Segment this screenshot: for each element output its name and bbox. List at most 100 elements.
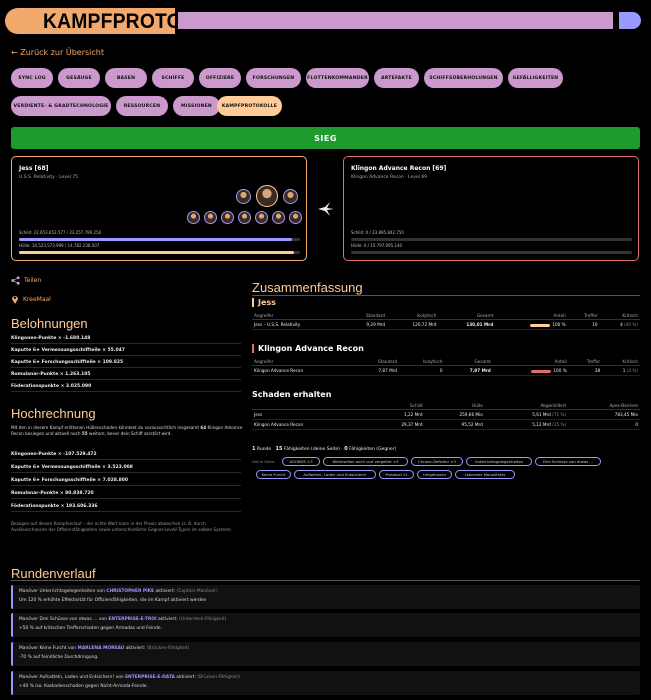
ability-tag[interactable]: Lebender Monolithter	[455, 470, 515, 479]
ability-tag[interactable]: Protokoll 12	[379, 470, 414, 479]
table-row: Klingon Advance Recon 29,37 Mrd 95,52 Mr…	[252, 419, 640, 430]
enemy-fleet-subtitle: Klingon Advance Recon · Level 69	[351, 175, 428, 180]
col-header: Angreifer	[252, 358, 355, 366]
projection-title: Hochrechnung	[11, 406, 96, 421]
col-header: Kritisch	[602, 358, 640, 366]
page: { "header":{"title":"KAMPFPROTOKOLL"}, "…	[0, 0, 651, 700]
cell-mitigated: 5,12 Mrd (15 %)	[484, 419, 569, 430]
event-text: aktiviert:	[174, 675, 197, 680]
table-header-row: Angreifer Standard Isolytisch Gesamt Ant…	[252, 312, 640, 320]
event-line: Manöver Drei Schüsse von etwas … von ENT…	[19, 617, 634, 622]
cell-share: 100 %	[492, 365, 569, 376]
nav-gefaelligkeiten[interactable]: Gefälligkeiten	[508, 68, 563, 88]
mitigated-pct: (15 %)	[552, 422, 567, 427]
event-officer: ENTERPRISE-E-TROI	[108, 617, 157, 622]
officer-avatar	[289, 211, 302, 224]
own-abilities-label: Fähigkeiten (deine Seite)	[283, 447, 340, 452]
enemy-abilities-count: 0	[344, 446, 348, 452]
crit-pct: (40 %)	[624, 322, 638, 327]
crit-value: 1	[622, 368, 626, 373]
ability-tag[interactable]: Keine Furcht	[256, 470, 291, 479]
nav-basen[interactable]: Basen	[105, 68, 147, 88]
mitigated-value: 5,61 Mrd	[532, 412, 551, 417]
crit-pct: (4 %)	[626, 368, 638, 373]
jess-section-title: Jess	[252, 298, 276, 307]
divider	[11, 580, 640, 581]
nav-verdiente[interactable]: Verdiente- & Gradtechnologie	[11, 96, 111, 116]
reward-item: Romulanar-Punkte × 1.263.105	[11, 370, 241, 380]
cell-crit: 4 (40 %)	[599, 319, 640, 330]
hull-bar-fill	[19, 251, 295, 254]
fleet-card-own: Jess [68] U.S.S. Relativity · Level 75 S…	[11, 156, 307, 261]
nav-ressourcen[interactable]: Ressourcen	[116, 96, 168, 116]
ability-tag[interactable]: Chrono-Defizitor ×3	[411, 457, 463, 466]
event-text: Manöver Aufsatteln, Laden und Entsichern…	[19, 675, 126, 680]
mitigated-value: 5,12 Mrd	[532, 422, 551, 427]
col-header: Schild	[368, 402, 425, 410]
ability-tag[interactable]: Umgehauen	[417, 470, 452, 479]
col-header: Apex-Barriere	[568, 402, 640, 410]
nav-schiffsueberholungen[interactable]: Schiffsüberholungen	[424, 68, 503, 88]
projection-intro-text: weitere, bevor dein Schiff zerstört wird…	[87, 431, 172, 437]
result-banner: SIEG	[11, 127, 640, 149]
cell-name[interactable]: Jess	[252, 409, 369, 420]
event-officer: ENTERPRISE-E-DATA	[125, 675, 175, 680]
event-description: +50 % auf kritischen Trefferschaden gege…	[19, 626, 162, 631]
col-header: Treffer	[568, 358, 603, 366]
shield-bar	[19, 238, 300, 241]
event-line: Manöver Keine Furcht von MARLENA MOREAU …	[19, 646, 634, 651]
nav-schiffe[interactable]: Schiffe	[152, 68, 194, 88]
klingon-section-title: Klingon Advance Recon	[252, 344, 364, 353]
cell-hull: 95,52 Mrd	[424, 419, 485, 430]
nav-offiziere[interactable]: Offiziere	[199, 68, 241, 88]
ability-tag[interactable]: Unterrichtsgelegenheiten	[466, 457, 532, 466]
cell-apex: 0	[568, 419, 640, 430]
ability-tag[interactable]: Widerwillen auch und vergeltet ×3	[323, 457, 408, 466]
back-link[interactable]: ← Zurück zur Übersicht	[11, 48, 104, 57]
share-bar	[531, 369, 552, 373]
nav-kampfprotokolle[interactable]: Kampfprotokolle	[217, 96, 282, 116]
round-event: Manöver Aufsatteln, Laden und Entsichern…	[11, 671, 640, 695]
nav-flottenkommander[interactable]: Flottenkommander	[306, 68, 369, 88]
nav-missionen[interactable]: Missionen	[173, 96, 220, 116]
summary-title: Zusammenfassung	[252, 280, 363, 295]
enemy-hull-label: Hülle: 0 / 15.797.095.140	[351, 243, 403, 248]
share-button[interactable]: Teilen	[11, 276, 41, 285]
col-header: Gesamt	[444, 358, 493, 366]
nav-sync-log[interactable]: Sync Log	[11, 68, 53, 88]
cell-iso: 0	[399, 365, 445, 376]
ability-tag[interactable]: Drei Schüsse von etwas ...	[535, 457, 601, 466]
col-header: Isolytisch	[399, 358, 445, 366]
round-event: Manöver Unterrichtsgelegenheiten von CHR…	[11, 585, 640, 609]
officer-avatar	[221, 211, 234, 224]
projection-item: Klingonen-Punkte × -107.529.472	[11, 450, 241, 460]
captain-avatar	[256, 185, 278, 207]
nav-artefakte[interactable]: Artefakte	[374, 68, 419, 88]
projection-item: Kaputte 6★ Vermessungsschiffteile × 3.52…	[11, 463, 241, 473]
cell-crit: 1 (4 %)	[602, 365, 640, 376]
header-cap-right	[619, 12, 641, 29]
event-text: Manöver Keine Furcht von	[19, 646, 78, 651]
table-row: Jess 1,22 Mrd 259,66 Mio 5,61 Mrd (71 %)…	[252, 409, 640, 420]
enemy-fleet-name: Klingon Advance Recon [69]	[351, 165, 447, 172]
nav-forschungen[interactable]: Forschungen	[246, 68, 301, 88]
header: KAMPFPROTOKOLL	[5, 8, 641, 34]
event-text: Manöver Drei Schüsse von etwas … von	[19, 617, 109, 622]
officer-avatar	[238, 211, 251, 224]
round-event: Manöver Keine Furcht von MARLENA MOREAU …	[11, 642, 640, 666]
klingon-damage-table: Angreifer Standard Isolytisch Gesamt Ant…	[252, 358, 640, 376]
ability-tag[interactable]: Aufbellen, Laden und Entsichern!	[294, 470, 376, 479]
fleet-subtitle: U.S.S. Relativity · Level 75	[19, 175, 79, 180]
fleet-card-enemy: Klingon Advance Recon [69] Klingon Advan…	[343, 156, 639, 261]
event-kind: (Unterdeck-Fähigkeit)	[179, 617, 227, 622]
fleet-name: Jess [68]	[19, 165, 49, 172]
col-header: Standard	[354, 358, 399, 366]
reward-item: Kaputte 6★ Vermessungsschiffteile × 55.0…	[11, 346, 241, 356]
reward-item: Kaputte 6★ Forschungsschiffteile × 109.8…	[11, 358, 241, 368]
share-value: 100 %	[552, 322, 566, 327]
mitigated-pct: (71 %)	[552, 412, 567, 417]
cell-shield: 29,37 Mrd	[368, 419, 425, 430]
table-row: Jess – U.S.S. Relativity 9,29 Mrd 120,72…	[252, 319, 640, 330]
nav-gesaeuge[interactable]: Gesäuge	[58, 68, 100, 88]
ability-tag[interactable]: AGONUS ×3	[282, 457, 320, 466]
